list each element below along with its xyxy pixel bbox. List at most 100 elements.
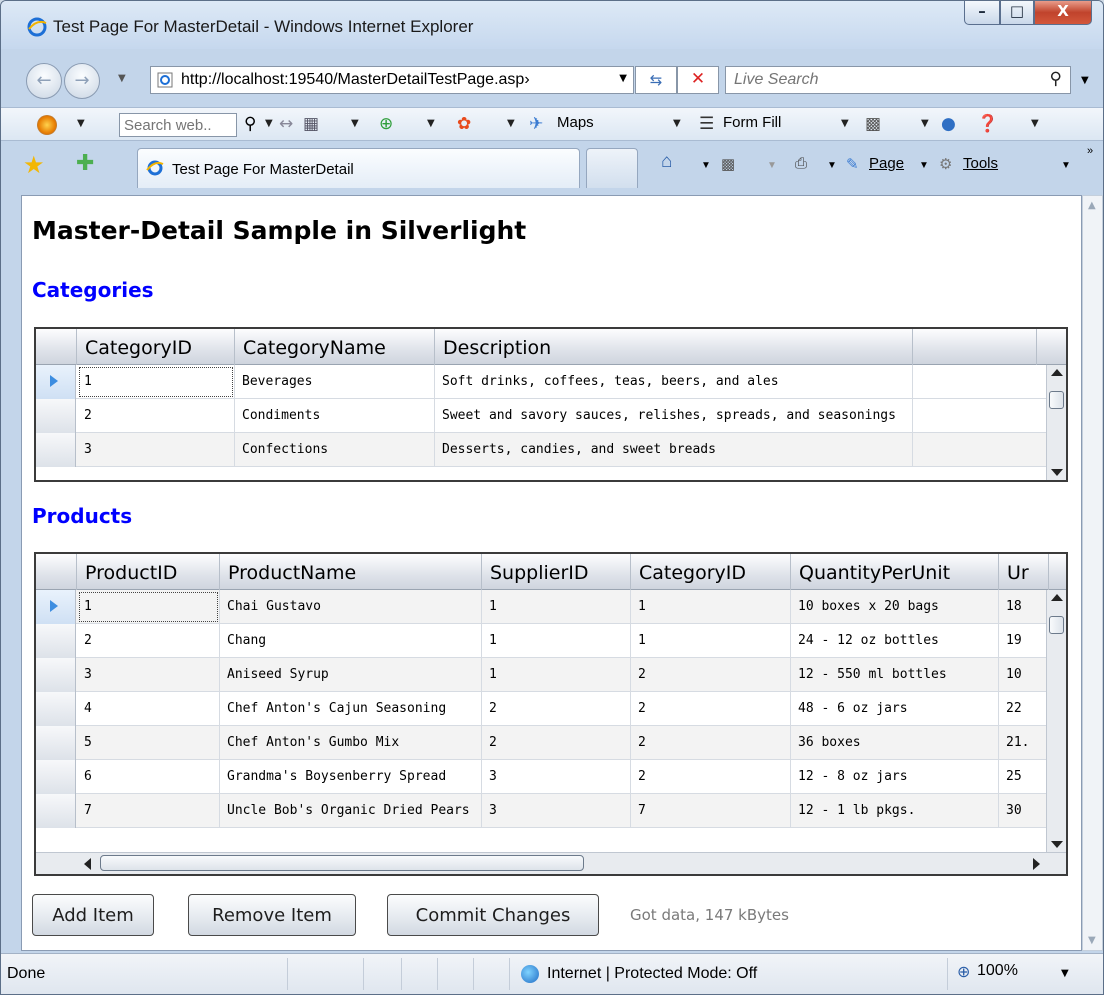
table-cell[interactable]: Chai Gustavo (220, 590, 482, 624)
add-favorites-icon[interactable]: ✚ (76, 151, 94, 176)
maps-icon[interactable]: ✈ (529, 114, 543, 134)
table-row[interactable]: 3 Aniseed Syrup 1 2 12 - 550 ml bottles 10 (36, 658, 1066, 692)
column-header[interactable]: CategoryID (77, 329, 235, 365)
products-vertical-scrollbar[interactable] (1046, 590, 1066, 852)
toolbar-menu-dropdown-icon[interactable]: ▼ (77, 118, 85, 129)
table-cell[interactable]: 7 (77, 794, 220, 828)
home-icon[interactable]: ⌂ (661, 151, 672, 173)
table-row[interactable]: 7 Uncle Bob's Organic Dried Pears 3 7 12 - 1… (36, 794, 1066, 828)
search-options-dropdown-icon[interactable]: ▼ (1081, 75, 1089, 86)
table-cell[interactable]: 1 (631, 624, 791, 658)
search-icon[interactable]: ⚲ (1050, 69, 1062, 89)
table-cell[interactable]: 1 (482, 658, 631, 692)
toolbar-search-box[interactable] (119, 113, 237, 137)
scroll-down-icon[interactable] (1051, 841, 1063, 848)
scroll-thumb[interactable] (1049, 391, 1064, 409)
security-zone-text[interactable]: Internet | Protected Mode: Off (547, 965, 757, 983)
scroll-right-icon[interactable] (1033, 858, 1040, 870)
table-cell[interactable]: Chef Anton's Cajun Seasoning (220, 692, 482, 726)
table-cell[interactable]: 22 (999, 692, 1049, 726)
search-dropdown-icon[interactable]: ▼ (265, 118, 273, 129)
table-cell[interactable]: 6 (77, 760, 220, 794)
feeds-icon[interactable]: ▩ (721, 155, 735, 173)
products-grid[interactable]: ProductID ProductName SupplierID Categor… (34, 552, 1068, 876)
forward-button[interactable]: → (64, 63, 100, 99)
row-selector[interactable] (36, 692, 76, 726)
table-cell[interactable]: 1 (631, 590, 791, 624)
tab-active[interactable]: Test Page For MasterDetail (137, 148, 580, 188)
table-cell[interactable]: 7 (631, 794, 791, 828)
live-search-input[interactable] (734, 70, 1014, 90)
add-item-button[interactable]: Add Item (32, 894, 154, 936)
scroll-up-icon[interactable] (1051, 369, 1063, 376)
rss-dropdown-icon[interactable]: ▼ (921, 118, 929, 129)
form-fill-dropdown-icon[interactable]: ▼ (841, 118, 849, 129)
table-row[interactable]: 3 Confections Desserts, candies, and swe… (36, 433, 1066, 467)
table-cell[interactable]: 4 (77, 692, 220, 726)
remove-item-button[interactable]: Remove Item (188, 894, 356, 936)
column-header[interactable]: Ur (999, 554, 1049, 590)
toolbar-globe-icon[interactable]: ● (941, 114, 956, 134)
maximize-button[interactable]: □ (1000, 1, 1034, 25)
column-header[interactable]: QuantityPerUnit (791, 554, 999, 590)
row-selector[interactable] (36, 590, 76, 624)
table-cell[interactable]: 2 (482, 692, 631, 726)
toolbar-logo-icon[interactable] (37, 115, 57, 135)
new-tab-button[interactable] (586, 148, 638, 188)
table-cell[interactable]: 21. (999, 726, 1049, 760)
column-header[interactable]: SupplierID (482, 554, 631, 590)
maps-dropdown-icon[interactable]: ▼ (673, 118, 681, 129)
minimize-button[interactable]: – (964, 1, 1000, 25)
address-bar[interactable]: http://localhost:19540/MasterDetailTestP… (150, 66, 634, 94)
home-dropdown-icon[interactable]: ▼ (701, 160, 711, 171)
table-cell[interactable]: Sweet and savory sauces, relishes, sprea… (435, 399, 913, 433)
search-icon[interactable]: ⚲ (244, 114, 256, 134)
row-selector[interactable] (36, 624, 76, 658)
tools-dropdown-icon[interactable]: ▼ (1061, 160, 1071, 171)
table-cell[interactable]: Chef Anton's Gumbo Mix (220, 726, 482, 760)
table-cell[interactable]: Condiments (235, 399, 435, 433)
table-cell[interactable]: 2 (77, 399, 235, 433)
zoom-dropdown-icon[interactable]: ▼ (1061, 968, 1069, 979)
live-search-box[interactable]: ⚲ (725, 66, 1071, 94)
butterfly-dropdown-icon[interactable]: ▼ (507, 118, 515, 129)
column-header[interactable]: ProductID (77, 554, 220, 590)
table-cell[interactable]: 2 (77, 624, 220, 658)
page-vertical-scrollbar[interactable]: ▲ ▼ (1082, 195, 1103, 951)
table-cell[interactable]: 3 (77, 433, 235, 467)
keyboard-dropdown-icon[interactable]: ▼ (351, 118, 359, 129)
table-cell[interactable]: Desserts, candies, and sweet breads (435, 433, 913, 467)
zoom-level[interactable]: 100% (977, 962, 1018, 980)
row-selector[interactable] (36, 433, 76, 467)
add-dropdown-icon[interactable]: ▼ (427, 118, 435, 129)
add-icon[interactable]: ⊕ (379, 114, 393, 134)
table-row[interactable]: 1 Beverages Soft drinks, coffees, teas, … (36, 365, 1066, 399)
address-dropdown-icon[interactable]: ▼ (619, 73, 627, 84)
table-cell[interactable]: 1 (77, 365, 235, 399)
table-cell[interactable]: 5 (77, 726, 220, 760)
close-button[interactable]: X (1034, 1, 1092, 25)
table-cell[interactable]: 1 (482, 590, 631, 624)
table-row[interactable]: 2 Condiments Sweet and savory sauces, re… (36, 399, 1066, 433)
table-row[interactable]: 6 Grandma's Boysenberry Spread 3 2 12 - 8 oz… (36, 760, 1066, 794)
commit-changes-button[interactable]: Commit Changes (387, 894, 599, 936)
table-cell[interactable]: 36 boxes (791, 726, 999, 760)
row-selector[interactable] (36, 365, 76, 399)
table-cell[interactable]: 2 (631, 692, 791, 726)
scroll-thumb[interactable] (1049, 616, 1064, 634)
table-cell[interactable]: Chang (220, 624, 482, 658)
print-icon[interactable]: ⎙ (795, 155, 807, 172)
column-header[interactable]: CategoryName (235, 329, 435, 365)
scroll-up-icon[interactable]: ▲ (1088, 200, 1096, 211)
toolbar-search-input[interactable] (124, 115, 234, 135)
help-icon[interactable]: ❓ (977, 114, 998, 134)
favorites-star-icon[interactable]: ★ (23, 151, 45, 179)
back-button[interactable]: ← (26, 63, 62, 99)
table-cell[interactable]: 3 (482, 794, 631, 828)
table-row[interactable]: 2 Chang 1 1 24 - 12 oz bottles 19 (36, 624, 1066, 658)
column-header[interactable] (913, 329, 1037, 365)
scroll-up-icon[interactable] (1051, 594, 1063, 601)
table-cell[interactable]: 18 (999, 590, 1049, 624)
table-cell[interactable]: 12 - 1 lb pkgs. (791, 794, 999, 828)
butterfly-icon[interactable]: ✿ (457, 114, 471, 134)
